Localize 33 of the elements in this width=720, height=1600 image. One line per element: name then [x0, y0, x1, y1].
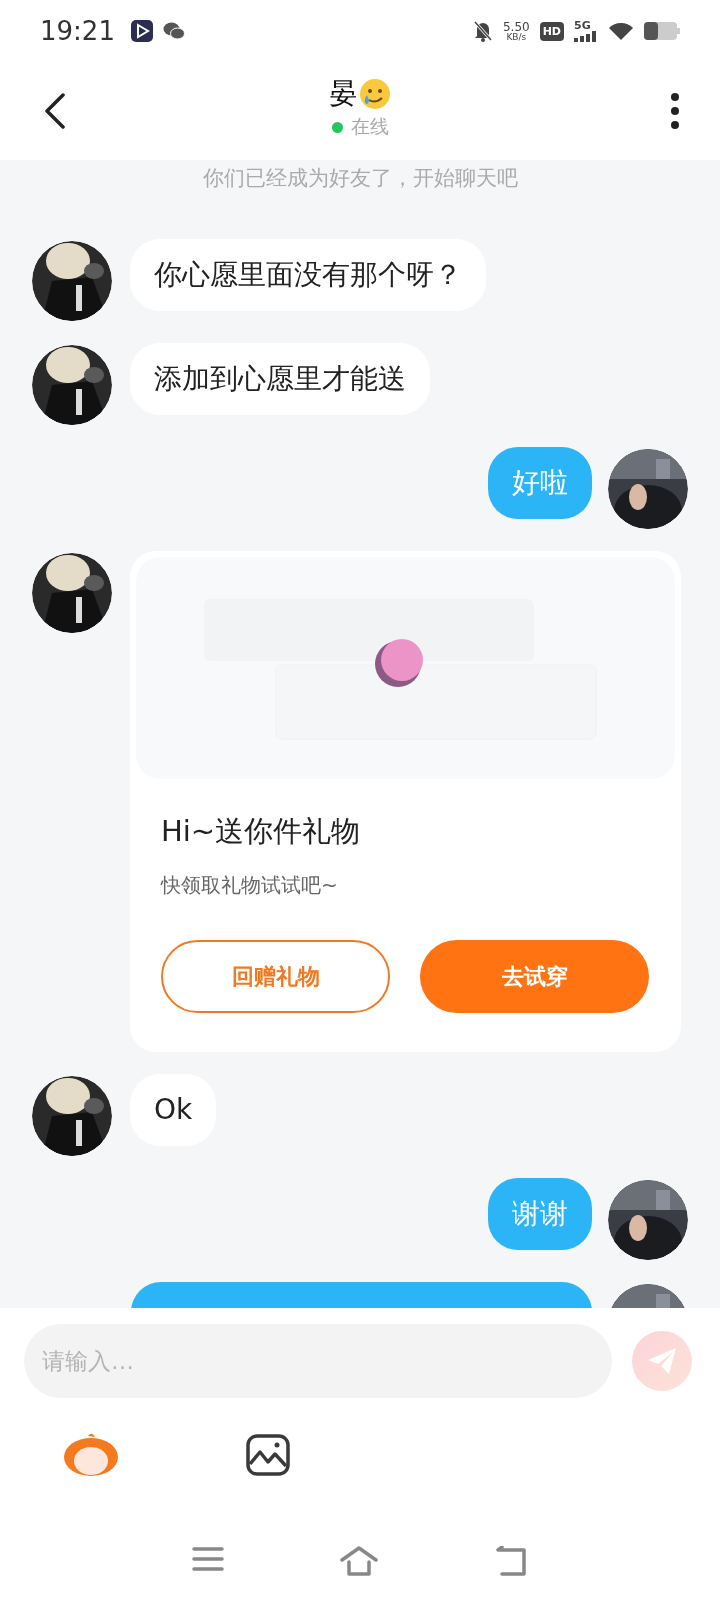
net-speed: 5.50	[502, 20, 530, 33]
more-icon[interactable]	[670, 93, 680, 129]
online-status: 在线	[350, 114, 389, 139]
bell-muted-icon	[472, 20, 493, 42]
try-on-button[interactable]: 去试穿	[420, 940, 649, 1013]
message-bubble: Ok	[130, 1074, 217, 1146]
message-input[interactable]: 请输入…	[24, 1324, 612, 1398]
signal-icon	[574, 31, 598, 42]
gift-subtitle: 快领取礼物试试吧~	[161, 872, 339, 899]
mascot-icon[interactable]	[62, 1432, 120, 1478]
return-icon[interactable]	[494, 1546, 528, 1576]
play-app-icon	[130, 20, 153, 42]
system-notice: 你们已经成为好友了，开始聊天吧	[201, 165, 519, 192]
message-bubble: 你心愿里面没有那个呀？	[130, 239, 486, 311]
hd-label: HD	[539, 21, 564, 41]
return-gift-button[interactable]: 回赠礼物	[161, 940, 390, 1013]
smile-tear-icon	[359, 78, 391, 110]
message-bubble: 添加到心愿里才能送	[130, 343, 430, 415]
menu-icon[interactable]	[192, 1546, 224, 1572]
message-bubble: 好啦	[488, 447, 592, 519]
wifi-icon	[608, 21, 634, 41]
battery-icon	[644, 22, 680, 40]
net-speed-unit: KB/s	[506, 32, 527, 42]
home-icon[interactable]	[340, 1546, 378, 1576]
paper-plane-icon	[647, 1347, 677, 1375]
network-label: 5G	[574, 20, 591, 31]
message-bubble: 谢谢	[488, 1178, 592, 1250]
back-icon[interactable]	[44, 93, 66, 129]
chat-bubbles-icon	[162, 21, 185, 41]
gift-title: Hi~送你件礼物	[161, 813, 362, 850]
image-icon[interactable]	[246, 1434, 290, 1476]
chat-title: 晏	[329, 76, 357, 112]
status-time: 19:21	[40, 16, 115, 46]
